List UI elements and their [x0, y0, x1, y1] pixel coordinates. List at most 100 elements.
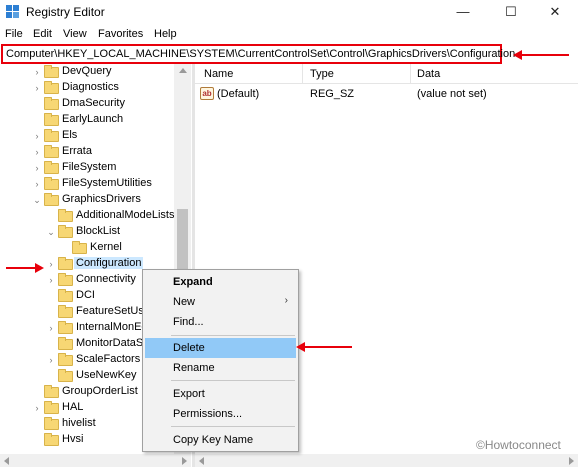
- menu-item-label: Rename: [173, 362, 215, 374]
- column-divider[interactable]: [410, 64, 411, 84]
- chevron-right-icon[interactable]: ›: [32, 66, 42, 78]
- list-horizontal-scrollbar[interactable]: [195, 454, 578, 467]
- chevron-right-icon[interactable]: [32, 434, 42, 446]
- chevron-right-icon[interactable]: ›: [46, 274, 56, 286]
- context-menu-rename[interactable]: Rename: [145, 358, 296, 378]
- chevron-right-icon[interactable]: ›: [32, 402, 42, 414]
- scroll-up-arrow-icon[interactable]: [179, 68, 187, 73]
- folder-icon: [44, 177, 59, 190]
- tree-node-diagnostics[interactable]: › Diagnostics: [0, 80, 175, 96]
- menu-file[interactable]: File: [5, 28, 23, 40]
- tree-horizontal-scrollbar[interactable]: [0, 454, 191, 467]
- context-menu-export[interactable]: Export: [145, 384, 296, 404]
- chevron-right-icon[interactable]: [60, 242, 70, 254]
- tree-node-label: DmaSecurity: [62, 97, 125, 109]
- tree-node-earlylaunch[interactable]: EarlyLaunch: [0, 112, 175, 128]
- column-divider[interactable]: [302, 64, 303, 84]
- value-name[interactable]: (Default): [217, 88, 259, 100]
- column-header-name[interactable]: Name: [204, 68, 233, 80]
- close-button[interactable]: ✕: [532, 0, 578, 24]
- tree-node-els[interactable]: › Els: [0, 128, 175, 144]
- scroll-left-arrow-icon[interactable]: [199, 457, 204, 465]
- tree-node-label: GraphicsDrivers: [62, 193, 141, 205]
- folder-icon: [58, 353, 73, 366]
- tree-node-label-selected: Configuration: [74, 257, 144, 269]
- annotation-arrow-delete: [296, 342, 352, 352]
- chevron-right-icon[interactable]: [46, 290, 56, 302]
- chevron-right-icon[interactable]: [32, 418, 42, 430]
- tree-node-filesystemutilities[interactable]: › FileSystemUtilities: [0, 176, 175, 192]
- tree-node-label: ScaleFactors: [76, 353, 141, 365]
- scroll-right-arrow-icon[interactable]: [182, 457, 187, 465]
- menu-item-label: Permissions...: [173, 408, 243, 420]
- folder-open-icon: [44, 193, 59, 206]
- menu-favorites[interactable]: Favorites: [98, 28, 143, 40]
- tree-node-label: GroupOrderList: [62, 385, 138, 397]
- tree-node-label: HAL: [62, 401, 84, 413]
- chevron-right-icon[interactable]: ›: [32, 162, 42, 174]
- annotation-arrow-address: [513, 50, 569, 60]
- tree-node-errata[interactable]: › Errata: [0, 144, 175, 160]
- chevron-right-icon[interactable]: [32, 114, 42, 126]
- folder-icon: [44, 113, 59, 126]
- menu-item-label: Find...: [173, 316, 204, 328]
- chevron-down-icon[interactable]: ⌄: [46, 226, 56, 238]
- tree-node-graphicsdrivers[interactable]: ⌄ GraphicsDrivers: [0, 192, 175, 208]
- chevron-right-icon[interactable]: ›: [46, 258, 56, 270]
- chevron-right-icon[interactable]: [46, 210, 56, 222]
- folder-open-icon: [58, 225, 73, 238]
- chevron-right-icon[interactable]: ›: [46, 354, 56, 366]
- maximize-button[interactable]: ☐: [488, 0, 534, 24]
- list-header: Name Type Data: [195, 64, 578, 84]
- tree-node-devquery[interactable]: › DevQuery: [0, 64, 175, 80]
- folder-icon: [44, 81, 59, 94]
- chevron-right-icon[interactable]: ›: [32, 178, 42, 190]
- menu-edit[interactable]: Edit: [33, 28, 52, 40]
- tree-node-filesystem[interactable]: › FileSystem: [0, 160, 175, 176]
- context-menu-delete[interactable]: Delete: [145, 338, 296, 358]
- chevron-right-icon[interactable]: [46, 370, 56, 382]
- chevron-right-icon[interactable]: ›: [32, 146, 42, 158]
- chevron-right-icon[interactable]: ›: [32, 130, 42, 142]
- folder-icon: [44, 97, 59, 110]
- tree-node-additionalmodelists[interactable]: AdditionalModeLists: [0, 208, 175, 224]
- address-bar[interactable]: Computer\HKEY_LOCAL_MACHINE\SYSTEM\Curre…: [1, 44, 515, 64]
- tree-node-dmasecurity[interactable]: DmaSecurity: [0, 96, 175, 112]
- menu-help[interactable]: Help: [154, 28, 177, 40]
- menu-view[interactable]: View: [63, 28, 87, 40]
- tree-node-label: Diagnostics: [62, 81, 119, 93]
- chevron-right-icon[interactable]: [32, 98, 42, 110]
- menu-item-label: Expand: [173, 276, 213, 288]
- context-menu-copy-key-name[interactable]: Copy Key Name: [145, 430, 296, 450]
- title-bar: Registry Editor — ☐ ✕: [0, 0, 578, 24]
- tree-node-blocklist[interactable]: ⌄ BlockList: [0, 224, 175, 240]
- tree-node-label: FeatureSetUsa: [76, 305, 150, 317]
- address-path: Computer\HKEY_LOCAL_MACHINE\SYSTEM\Curre…: [6, 48, 516, 60]
- chevron-right-icon[interactable]: ›: [46, 322, 56, 334]
- tree-node-label: DCI: [76, 289, 95, 301]
- menu-separator: [171, 335, 295, 336]
- context-menu-new[interactable]: New ›: [145, 292, 296, 312]
- scroll-left-arrow-icon[interactable]: [4, 457, 9, 465]
- context-menu-expand[interactable]: Expand: [145, 272, 296, 292]
- folder-icon: [44, 161, 59, 174]
- context-menu-permissions[interactable]: Permissions...: [145, 404, 296, 424]
- scroll-right-arrow-icon[interactable]: [569, 457, 574, 465]
- chevron-right-icon[interactable]: [32, 386, 42, 398]
- column-header-data[interactable]: Data: [417, 68, 440, 80]
- tree-node-kernel[interactable]: Kernel: [0, 240, 175, 256]
- tree-node-label: Hvsi: [62, 433, 84, 445]
- chevron-right-icon[interactable]: ›: [32, 82, 42, 94]
- context-menu-find[interactable]: Find...: [145, 312, 296, 332]
- tree-node-label: Connectivity: [76, 273, 136, 285]
- chevron-right-icon[interactable]: [46, 338, 56, 350]
- submenu-arrow-icon: ›: [284, 295, 288, 306]
- chevron-right-icon[interactable]: [46, 306, 56, 318]
- folder-icon: [58, 369, 73, 382]
- minimize-button[interactable]: —: [440, 0, 486, 24]
- chevron-down-icon[interactable]: ⌄: [32, 194, 42, 206]
- tree-node-label: EarlyLaunch: [62, 113, 124, 125]
- tree-node-label: AdditionalModeLists: [76, 209, 175, 221]
- column-header-type[interactable]: Type: [310, 68, 334, 80]
- value-data: (value not set): [417, 88, 487, 100]
